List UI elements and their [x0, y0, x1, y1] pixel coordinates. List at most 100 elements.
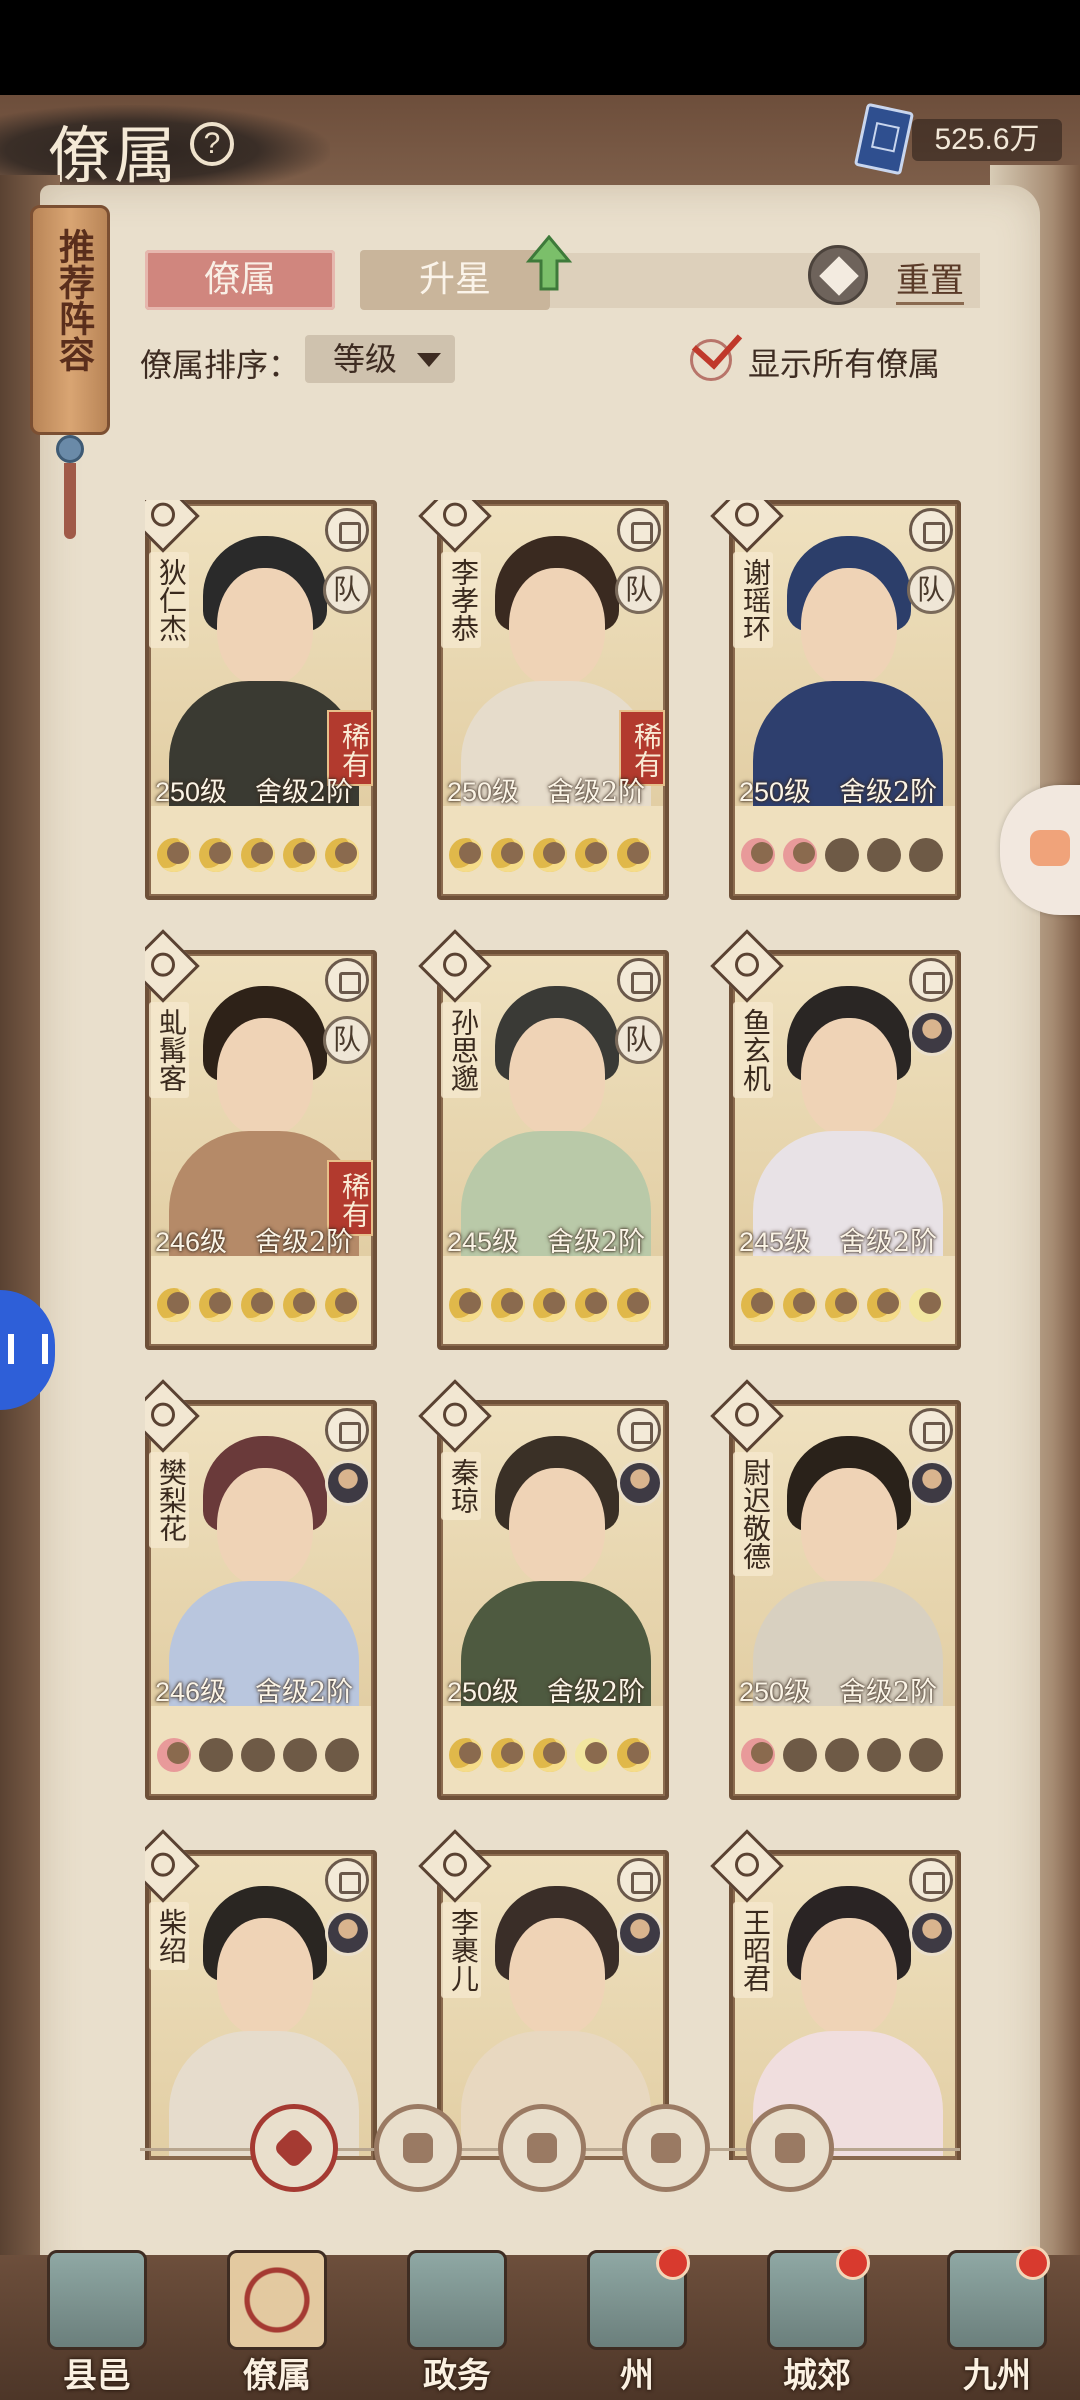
portrait-face	[217, 1018, 313, 1136]
class-icon	[325, 1408, 369, 1452]
portrait-face	[509, 1018, 605, 1136]
moon-star-icon	[825, 1738, 859, 1772]
character-name: 虬髯客	[149, 1002, 189, 1098]
role-type-icon-inner	[438, 500, 472, 532]
moon-star-row	[157, 838, 367, 878]
role-type-icon-inner	[730, 947, 764, 982]
class-icon	[325, 958, 369, 1002]
moon-star-icon	[575, 838, 609, 872]
character-level: 245级	[447, 1227, 520, 1257]
subordinate-card[interactable]: 孙思邈 队 245级 舍级2阶	[418, 929, 669, 1350]
character-level: 250级	[447, 1677, 520, 1707]
nav-item-icon	[407, 2250, 507, 2350]
role-type-icon-inner	[146, 1847, 180, 1882]
subordinate-card[interactable]: 鱼玄机 245级 舍级2阶	[710, 929, 961, 1350]
role-type-icon-inner	[146, 500, 180, 532]
character-name: 李裹儿	[441, 1902, 481, 1998]
subordinate-card[interactable]: 狄仁杰队稀有 250级 舍级2阶	[145, 500, 377, 900]
moon-star-icon	[575, 1738, 609, 1772]
beast-filter-button[interactable]	[746, 2104, 834, 2192]
moon-star-icon	[825, 838, 859, 872]
military-filter-button[interactable]	[498, 2104, 586, 2192]
portrait-face	[509, 1918, 605, 2036]
moon-star-icon	[909, 838, 943, 872]
nav-item[interactable]: 州	[562, 2246, 712, 2396]
class-icon	[909, 1858, 953, 1902]
fan-filter-button[interactable]	[622, 2104, 710, 2192]
moon-star-icon	[909, 1288, 943, 1322]
character-name: 孙思邈	[441, 1002, 481, 1098]
subordinate-card[interactable]: 秦琼 250级 舍级2阶	[418, 1379, 669, 1800]
subordinate-card[interactable]: 尉迟敬德 250级 舍级2阶	[710, 1379, 961, 1800]
moon-star-icon	[283, 1288, 317, 1322]
moon-star-icon	[825, 1288, 859, 1322]
sort-dropdown[interactable]: 等级	[305, 335, 455, 383]
character-portrait	[443, 1406, 663, 1706]
caret-down-icon	[417, 353, 441, 367]
nav-item-label: 城郊	[783, 2356, 851, 2396]
partner-avatar-icon	[909, 1460, 955, 1506]
character-name: 狄仁杰	[149, 552, 189, 648]
character-rank: 舍级2阶	[547, 1227, 646, 1258]
moon-star-icon	[199, 838, 233, 872]
character-rank: 舍级2阶	[547, 777, 646, 808]
class-icon	[325, 1858, 369, 1902]
portrait-face	[217, 1918, 313, 2036]
class-icon	[909, 1408, 953, 1452]
character-level: 250级	[739, 1677, 812, 1707]
moon-star-icon	[157, 1738, 191, 1772]
character-rank: 舍级2阶	[839, 1677, 938, 1708]
character-level: 246级	[155, 1677, 228, 1707]
partner-avatar-icon	[617, 1910, 663, 1956]
role-type-icon-inner	[730, 500, 764, 532]
tab-subordinates[interactable]: 僚属	[145, 250, 335, 310]
moon-star-icon	[241, 838, 275, 872]
nav-item-label: 僚属	[243, 2356, 311, 2396]
moon-star-row	[741, 1738, 951, 1778]
moon-star-icon	[867, 1738, 901, 1772]
moon-star-icon	[741, 1738, 775, 1772]
class-icon	[909, 958, 953, 1002]
character-level: 246级	[155, 1227, 228, 1257]
nav-item[interactable]: 九州	[922, 2246, 1072, 2396]
nav-item-label: 县邑	[63, 2356, 131, 2396]
moon-star-icon	[533, 1288, 567, 1322]
subordinate-card[interactable]: 樊梨花 246级 舍级2阶	[145, 1379, 377, 1800]
nav-item-icon	[47, 2250, 147, 2350]
all-filter-button[interactable]	[250, 2104, 338, 2192]
portrait-face	[217, 568, 313, 686]
role-type-icon-inner	[146, 947, 180, 982]
tab-star-upgrade[interactable]: 升星	[360, 250, 550, 310]
show-all-toggle[interactable]: 显示所有僚属	[690, 318, 990, 385]
role-type-icon-inner	[730, 1847, 764, 1882]
upgrade-arrow-icon	[525, 235, 573, 291]
nav-item[interactable]: 城郊	[742, 2246, 892, 2396]
currency-value: 525.6万	[912, 119, 1062, 161]
portrait-face	[217, 1468, 313, 1586]
nav-item[interactable]: 僚属	[202, 2250, 352, 2396]
character-rank: 舍级2阶	[255, 1227, 354, 1258]
moon-star-row	[741, 838, 951, 878]
moon-star-icon	[533, 1738, 567, 1772]
notification-dot	[836, 2246, 870, 2280]
nav-item-label: 州	[620, 2356, 654, 2396]
reset-button[interactable]: 重置	[808, 245, 978, 309]
moon-star-icon	[491, 1288, 525, 1322]
show-all-label: 显示所有僚属	[748, 345, 941, 383]
moon-star-icon	[533, 838, 567, 872]
nav-item[interactable]: 政务	[382, 2250, 532, 2396]
subordinate-card[interactable]: 虬髯客队稀有 246级 舍级2阶	[145, 929, 377, 1350]
recommend-lineup-button[interactable]: 推荐阵容	[30, 205, 110, 435]
nav-item-label: 九州	[963, 2356, 1031, 2396]
nav-item[interactable]: 县邑	[22, 2250, 172, 2396]
civil-filter-button[interactable]	[374, 2104, 462, 2192]
subordinate-card[interactable]: 李孝恭队稀有 250级 舍级2阶	[418, 500, 669, 900]
class-icon	[325, 508, 369, 552]
subordinate-card[interactable]: 谢瑶环 队 250级 舍级2阶	[710, 500, 961, 900]
character-name: 樊梨花	[149, 1452, 189, 1548]
help-icon[interactable]: ?	[190, 122, 234, 166]
team-badge: 队	[323, 566, 371, 614]
moon-star-icon	[741, 838, 775, 872]
class-icon	[617, 1408, 661, 1452]
currency-display[interactable]: 525.6万	[853, 102, 1062, 176]
